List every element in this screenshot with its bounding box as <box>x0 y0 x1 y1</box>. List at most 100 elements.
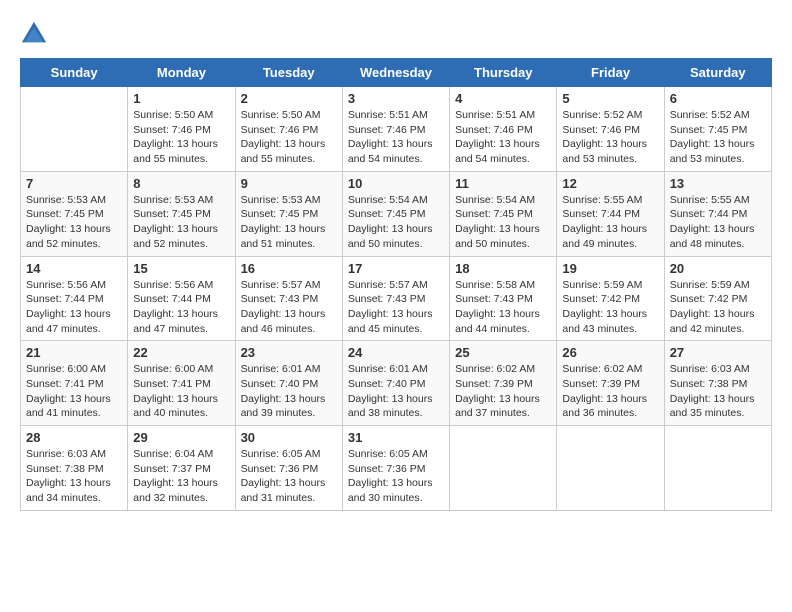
day-number: 16 <box>241 261 337 276</box>
calendar-day-cell: 16Sunrise: 5:57 AM Sunset: 7:43 PM Dayli… <box>235 256 342 341</box>
day-info: Sunrise: 5:54 AM Sunset: 7:45 PM Dayligh… <box>455 193 551 252</box>
day-number: 18 <box>455 261 551 276</box>
day-info: Sunrise: 6:03 AM Sunset: 7:38 PM Dayligh… <box>670 362 766 421</box>
day-info: Sunrise: 6:00 AM Sunset: 7:41 PM Dayligh… <box>26 362 122 421</box>
day-number: 9 <box>241 176 337 191</box>
day-number: 25 <box>455 345 551 360</box>
calendar-day-cell <box>664 426 771 511</box>
day-number: 17 <box>348 261 444 276</box>
day-number: 11 <box>455 176 551 191</box>
calendar-day-cell: 5 Sunrise: 5:52 AM Sunset: 7:46 PM Daylig… <box>557 87 664 172</box>
calendar-week-row: 14 Sunrise: 5:56 AM Sunset: 7:44 PM Dayli… <box>21 256 772 341</box>
calendar-day-cell: 10 Sunrise: 5:54 AM Sunset: 7:45 PM Dayli… <box>342 171 449 256</box>
calendar-day-cell: 6 Sunrise: 5:52 AM Sunset: 7:45 PM Daylig… <box>664 87 771 172</box>
day-info: Sunrise: 5:58 AM Sunset: 7:43 PM Dayligh… <box>455 278 551 337</box>
calendar-day-cell: 7 Sunrise: 5:53 AM Sunset: 7:45 PM Daylig… <box>21 171 128 256</box>
day-number: 30 <box>241 430 337 445</box>
day-number: 21 <box>26 345 122 360</box>
day-number: 15 <box>133 261 229 276</box>
day-info: Sunrise: 5:53 AM Sunset: 7:45 PM Dayligh… <box>133 193 229 252</box>
calendar-day-cell: 4Sunrise: 5:51 AM Sunset: 7:46 PM Daylig… <box>450 87 557 172</box>
day-number: 23 <box>241 345 337 360</box>
day-number: 24 <box>348 345 444 360</box>
calendar-day-cell: 11 Sunrise: 5:54 AM Sunset: 7:45 PM Dayli… <box>450 171 557 256</box>
calendar-day-cell: 9 Sunrise: 5:53 AM Sunset: 7:45 PM Daylig… <box>235 171 342 256</box>
day-number: 26 <box>562 345 658 360</box>
day-number: 28 <box>26 430 122 445</box>
day-info: Sunrise: 5:53 AM Sunset: 7:45 PM Dayligh… <box>26 193 122 252</box>
header <box>20 20 772 48</box>
day-number: 10 <box>348 176 444 191</box>
calendar-day-cell: 2 Sunrise: 5:50 AM Sunset: 7:46 PM Daylig… <box>235 87 342 172</box>
logo <box>20 20 52 48</box>
day-number: 20 <box>670 261 766 276</box>
day-number: 4 <box>455 91 551 106</box>
calendar-week-row: 28Sunrise: 6:03 AM Sunset: 7:38 PM Dayli… <box>21 426 772 511</box>
day-info: Sunrise: 6:00 AM Sunset: 7:41 PM Dayligh… <box>133 362 229 421</box>
day-info: Sunrise: 6:05 AM Sunset: 7:36 PM Dayligh… <box>241 447 337 506</box>
day-info: Sunrise: 5:52 AM Sunset: 7:45 PM Dayligh… <box>670 108 766 167</box>
day-info: Sunrise: 6:01 AM Sunset: 7:40 PM Dayligh… <box>348 362 444 421</box>
day-number: 8 <box>133 176 229 191</box>
day-info: Sunrise: 5:59 AM Sunset: 7:42 PM Dayligh… <box>670 278 766 337</box>
day-info: Sunrise: 5:54 AM Sunset: 7:45 PM Dayligh… <box>348 193 444 252</box>
weekday-header: Friday <box>557 59 664 87</box>
calendar-day-cell: 30 Sunrise: 6:05 AM Sunset: 7:36 PM Dayli… <box>235 426 342 511</box>
weekday-header: Wednesday <box>342 59 449 87</box>
day-number: 27 <box>670 345 766 360</box>
day-number: 22 <box>133 345 229 360</box>
calendar-day-cell: 23 Sunrise: 6:01 AM Sunset: 7:40 PM Dayli… <box>235 341 342 426</box>
calendar-day-cell <box>21 87 128 172</box>
day-info: Sunrise: 6:01 AM Sunset: 7:40 PM Dayligh… <box>241 362 337 421</box>
calendar-day-cell: 20 Sunrise: 5:59 AM Sunset: 7:42 PM Dayli… <box>664 256 771 341</box>
day-info: Sunrise: 6:05 AM Sunset: 7:36 PM Dayligh… <box>348 447 444 506</box>
calendar-day-cell: 14 Sunrise: 5:56 AM Sunset: 7:44 PM Dayli… <box>21 256 128 341</box>
calendar-day-cell: 3Sunrise: 5:51 AM Sunset: 7:46 PM Daylig… <box>342 87 449 172</box>
day-info: Sunrise: 5:55 AM Sunset: 7:44 PM Dayligh… <box>670 193 766 252</box>
calendar-day-cell: 13 Sunrise: 5:55 AM Sunset: 7:44 PM Dayli… <box>664 171 771 256</box>
weekday-header: Tuesday <box>235 59 342 87</box>
calendar-day-cell <box>557 426 664 511</box>
weekday-header: Thursday <box>450 59 557 87</box>
day-number: 29 <box>133 430 229 445</box>
day-number: 12 <box>562 176 658 191</box>
day-info: Sunrise: 5:56 AM Sunset: 7:44 PM Dayligh… <box>26 278 122 337</box>
day-info: Sunrise: 5:53 AM Sunset: 7:45 PM Dayligh… <box>241 193 337 252</box>
calendar-table: SundayMondayTuesdayWednesdayThursdayFrid… <box>20 58 772 511</box>
calendar-day-cell: 29 Sunrise: 6:04 AM Sunset: 7:37 PM Dayli… <box>128 426 235 511</box>
day-info: Sunrise: 5:59 AM Sunset: 7:42 PM Dayligh… <box>562 278 658 337</box>
calendar-day-cell: 27 Sunrise: 6:03 AM Sunset: 7:38 PM Dayli… <box>664 341 771 426</box>
day-number: 3 <box>348 91 444 106</box>
day-info: Sunrise: 6:02 AM Sunset: 7:39 PM Dayligh… <box>562 362 658 421</box>
day-info: Sunrise: 6:02 AM Sunset: 7:39 PM Dayligh… <box>455 362 551 421</box>
day-number: 14 <box>26 261 122 276</box>
day-info: Sunrise: 5:55 AM Sunset: 7:44 PM Dayligh… <box>562 193 658 252</box>
day-number: 1 <box>133 91 229 106</box>
day-number: 31 <box>348 430 444 445</box>
calendar-day-cell: 19 Sunrise: 5:59 AM Sunset: 7:42 PM Dayli… <box>557 256 664 341</box>
calendar-day-cell: 8 Sunrise: 5:53 AM Sunset: 7:45 PM Daylig… <box>128 171 235 256</box>
day-number: 13 <box>670 176 766 191</box>
day-info: Sunrise: 5:52 AM Sunset: 7:46 PM Dayligh… <box>562 108 658 167</box>
calendar-week-row: 1 Sunrise: 5:50 AM Sunset: 7:46 PM Daylig… <box>21 87 772 172</box>
calendar-day-cell: 12 Sunrise: 5:55 AM Sunset: 7:44 PM Dayli… <box>557 171 664 256</box>
day-info: Sunrise: 5:56 AM Sunset: 7:44 PM Dayligh… <box>133 278 229 337</box>
day-info: Sunrise: 5:57 AM Sunset: 7:43 PM Dayligh… <box>348 278 444 337</box>
logo-icon <box>20 20 48 48</box>
day-info: Sunrise: 5:50 AM Sunset: 7:46 PM Dayligh… <box>133 108 229 167</box>
day-number: 19 <box>562 261 658 276</box>
weekday-header: Sunday <box>21 59 128 87</box>
day-number: 6 <box>670 91 766 106</box>
weekday-header: Saturday <box>664 59 771 87</box>
calendar-day-cell: 22 Sunrise: 6:00 AM Sunset: 7:41 PM Dayli… <box>128 341 235 426</box>
day-number: 2 <box>241 91 337 106</box>
day-number: 7 <box>26 176 122 191</box>
calendar-day-cell: 18 Sunrise: 5:58 AM Sunset: 7:43 PM Dayli… <box>450 256 557 341</box>
calendar-day-cell: 17 Sunrise: 5:57 AM Sunset: 7:43 PM Dayli… <box>342 256 449 341</box>
day-info: Sunrise: 5:50 AM Sunset: 7:46 PM Dayligh… <box>241 108 337 167</box>
day-info: Sunrise: 6:04 AM Sunset: 7:37 PM Dayligh… <box>133 447 229 506</box>
header-row: SundayMondayTuesdayWednesdayThursdayFrid… <box>21 59 772 87</box>
calendar-day-cell: 26 Sunrise: 6:02 AM Sunset: 7:39 PM Dayli… <box>557 341 664 426</box>
calendar-day-cell: 1 Sunrise: 5:50 AM Sunset: 7:46 PM Daylig… <box>128 87 235 172</box>
day-number: 5 <box>562 91 658 106</box>
